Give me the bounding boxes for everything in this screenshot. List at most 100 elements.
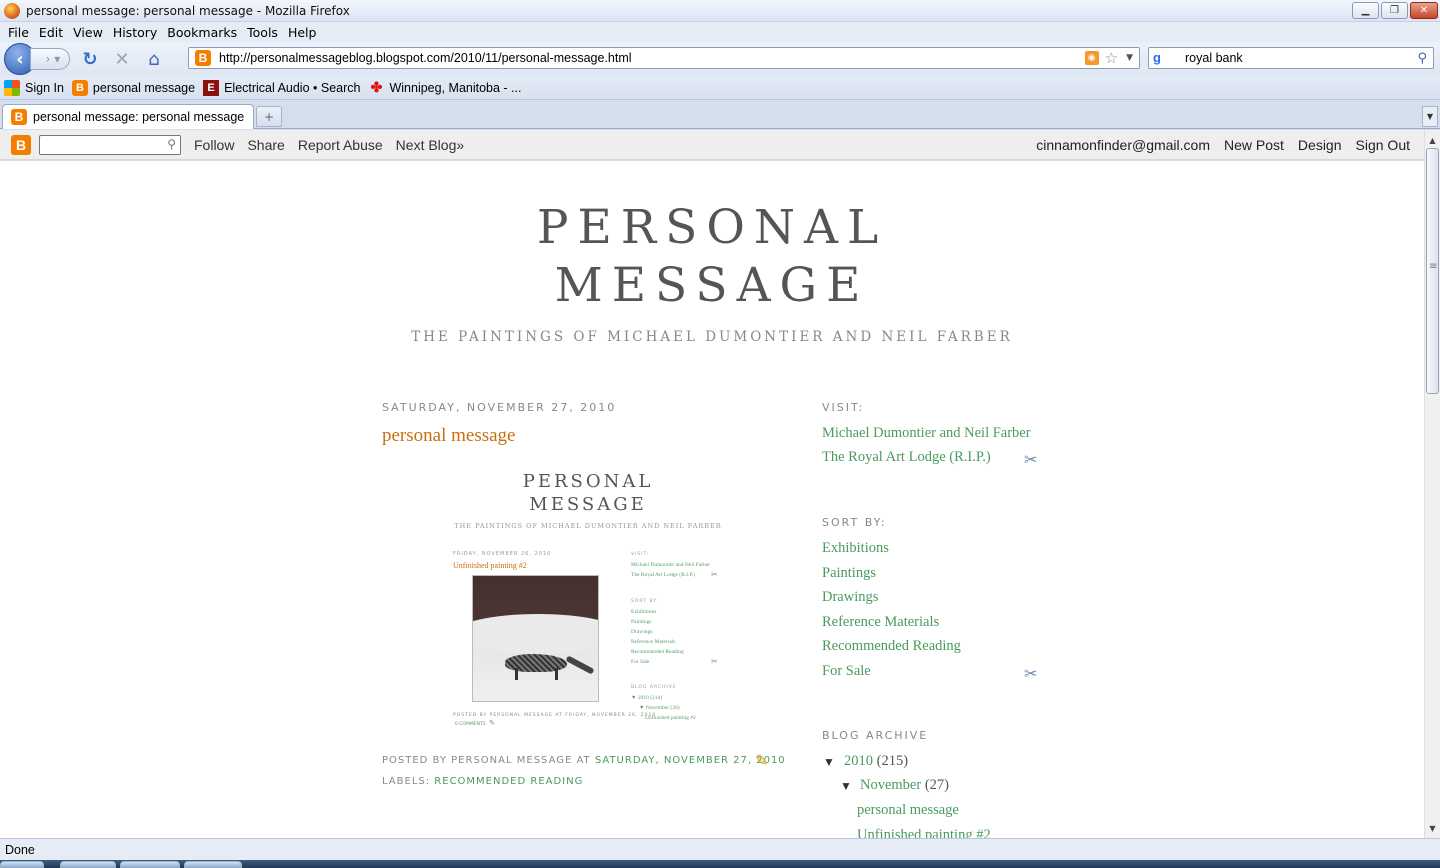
window-titlebar: personal message: personal message - Moz… (0, 0, 1440, 22)
new-tab-button[interactable]: + (256, 106, 282, 127)
edit-gadget-tools-icon[interactable]: ✂ (1024, 664, 1044, 684)
account-email: cinnamonfinder@gmail.com (1036, 137, 1210, 153)
edit-gadget-tools-icon[interactable]: ✂ (1024, 450, 1044, 470)
blog-archive-heading: BLOG ARCHIVE (822, 729, 929, 742)
url-text[interactable]: http://personalmessageblog.blogspot.com/… (219, 51, 1085, 65)
search-input[interactable]: royal bank (1185, 51, 1417, 65)
image-title-line: PERSONAL (522, 471, 654, 492)
maximize-button[interactable]: ❐ (1381, 2, 1408, 19)
search-icon[interactable]: ⚲ (1417, 51, 1427, 66)
image-sort-link: For Sale (631, 659, 650, 665)
menu-tools[interactable]: Tools (242, 25, 283, 40)
follow-link[interactable]: Follow (194, 137, 234, 153)
reload-button[interactable]: ↻ (78, 47, 102, 71)
image-tools-icon: ✂ (711, 570, 718, 579)
stop-button[interactable]: ✕ (110, 47, 134, 71)
archive-year-link[interactable]: 2010 (844, 753, 873, 769)
url-dropdown-icon[interactable]: ▼ (1126, 53, 1133, 63)
image-archive-month: ▼ November (26) (639, 705, 680, 711)
menu-edit[interactable]: Edit (34, 25, 68, 40)
vertical-scrollbar[interactable]: ▲ ▼ (1424, 130, 1440, 838)
scroll-up-arrow-icon[interactable]: ▲ (1425, 132, 1440, 148)
google-search-engine-icon[interactable]: g (1153, 50, 1169, 66)
blog-title-line[interactable]: MESSAGE (0, 257, 1424, 315)
sort-link-for-sale[interactable]: For Sale (822, 663, 871, 680)
new-post-link[interactable]: New Post (1224, 137, 1284, 153)
menu-file[interactable]: File (3, 25, 34, 40)
visit-link-dumontier-farber[interactable]: Michael Dumontier and Neil Farber (822, 425, 1031, 442)
tab-personal-message[interactable]: B personal message: personal message (2, 104, 254, 129)
design-link[interactable]: Design (1298, 137, 1342, 153)
menu-bookmarks[interactable]: Bookmarks (162, 25, 242, 40)
search-bar[interactable]: g royal bank ⚲ (1148, 47, 1434, 69)
image-pencil-icon: ✎ (489, 719, 495, 727)
home-button[interactable]: ⌂ (142, 47, 166, 71)
menu-help[interactable]: Help (283, 25, 322, 40)
start-button[interactable] (0, 861, 44, 868)
bookmark-winnipeg[interactable]: ✤ Winnipeg, Manitoba - ... (368, 79, 522, 96)
navigation-toolbar: ‹ › ▾ ↻ ✕ ⌂ B http://personalmessageblog… (0, 42, 1440, 76)
bookmark-electrical-audio[interactable]: E Electrical Audio • Search (203, 79, 361, 96)
url-bar[interactable]: B http://personalmessageblog.blogspot.co… (188, 47, 1140, 69)
window-title: personal message: personal message - Moz… (26, 3, 350, 18)
collapse-month-icon[interactable]: ▼ (840, 779, 852, 794)
post-title[interactable]: personal message (382, 425, 515, 447)
label-link[interactable]: RECOMMENDED READING (434, 776, 583, 787)
blog-title-line[interactable]: PERSONAL (0, 199, 1424, 257)
tab-strip: B personal message: personal message + ▼ (0, 101, 1440, 129)
blog-title[interactable]: PERSONAL MESSAGE (0, 199, 1424, 315)
collapse-year-icon[interactable]: ▼ (823, 755, 835, 770)
menu-bar: File Edit View History Bookmarks Tools H… (0, 22, 1440, 42)
sort-link-drawings[interactable]: Drawings (822, 589, 878, 606)
bookmark-label: Sign In (25, 80, 64, 95)
archive-post-link[interactable]: personal message (857, 802, 959, 819)
image-title-line: MESSAGE (529, 494, 647, 515)
sort-link-exhibitions[interactable]: Exhibitions (822, 540, 889, 557)
sort-by-heading: SORT BY: (822, 516, 887, 529)
archive-month-link[interactable]: November (860, 777, 921, 793)
sort-link-reference-materials[interactable]: Reference Materials (822, 614, 939, 631)
visit-link-royal-art-lodge[interactable]: The Royal Art Lodge (R.I.P.) (822, 449, 991, 466)
scrollbar-thumb[interactable] (1426, 148, 1439, 394)
taskbar-button[interactable] (120, 861, 180, 868)
minimize-button[interactable]: ▁ (1352, 2, 1379, 19)
archive-post-link[interactable]: Unfinished painting #2 (857, 827, 991, 838)
scroll-down-arrow-icon[interactable]: ▼ (1425, 820, 1440, 836)
image-comments: 0 COMMENTS (455, 722, 486, 727)
archive-month-november: November (27) (860, 777, 949, 794)
archive-year-2010: 2010 (215) (844, 753, 908, 770)
rss-feed-icon[interactable]: ◉ (1084, 51, 1099, 65)
blog-search-input[interactable]: ⚲ (39, 134, 181, 155)
archive-month-count: (27) (924, 777, 949, 793)
blog-page: PERSONAL MESSAGE THE PAINTINGS OF MICHAE… (0, 161, 1424, 838)
bookmark-label: Electrical Audio • Search (224, 80, 361, 95)
forward-button[interactable]: › ▾ (30, 48, 70, 70)
menu-view[interactable]: View (68, 25, 108, 40)
post-image[interactable]: PERSONAL MESSAGE THE PAINTINGS OF MICHAE… (447, 467, 729, 733)
visit-heading: VISIT: (822, 401, 865, 414)
search-icon[interactable]: ⚲ (167, 137, 176, 151)
report-abuse-link[interactable]: Report Abuse (298, 137, 383, 153)
sign-out-link[interactable]: Sign Out (1356, 137, 1410, 153)
bookmark-personal-message[interactable]: B personal message (71, 79, 195, 96)
bookmark-star-icon[interactable]: ☆ (1105, 49, 1118, 67)
bookmark-sign-in[interactable]: Sign In (4, 79, 64, 96)
site-favicon-icon: B (195, 50, 211, 66)
tab-list-button[interactable]: ▼ (1422, 106, 1438, 127)
taskbar-button[interactable] (60, 861, 116, 868)
share-link[interactable]: Share (247, 137, 284, 153)
blogger-logo-icon[interactable]: B (11, 134, 31, 155)
next-blog-link[interactable]: Next Blog» (396, 137, 464, 153)
taskbar-button[interactable] (184, 861, 242, 868)
image-tools-icon: ✂ (711, 657, 718, 666)
menu-history[interactable]: History (108, 25, 162, 40)
image-sort-link: Recommended Reading (631, 649, 684, 655)
edit-post-pencil-icon[interactable]: ✎ (755, 751, 775, 770)
sort-link-recommended-reading[interactable]: Recommended Reading (822, 638, 961, 655)
sort-link-paintings[interactable]: Paintings (822, 565, 876, 582)
image-post-footer: POSTED BY PERSONAL MESSAGE AT FRIDAY, NO… (453, 713, 657, 718)
image-archive-year: ▼ 2010 (214) (631, 695, 663, 701)
maple-leaf-icon: ✤ (370, 79, 383, 95)
close-button[interactable]: ✕ (1410, 2, 1438, 19)
tab-label: personal message: personal message (33, 110, 245, 124)
